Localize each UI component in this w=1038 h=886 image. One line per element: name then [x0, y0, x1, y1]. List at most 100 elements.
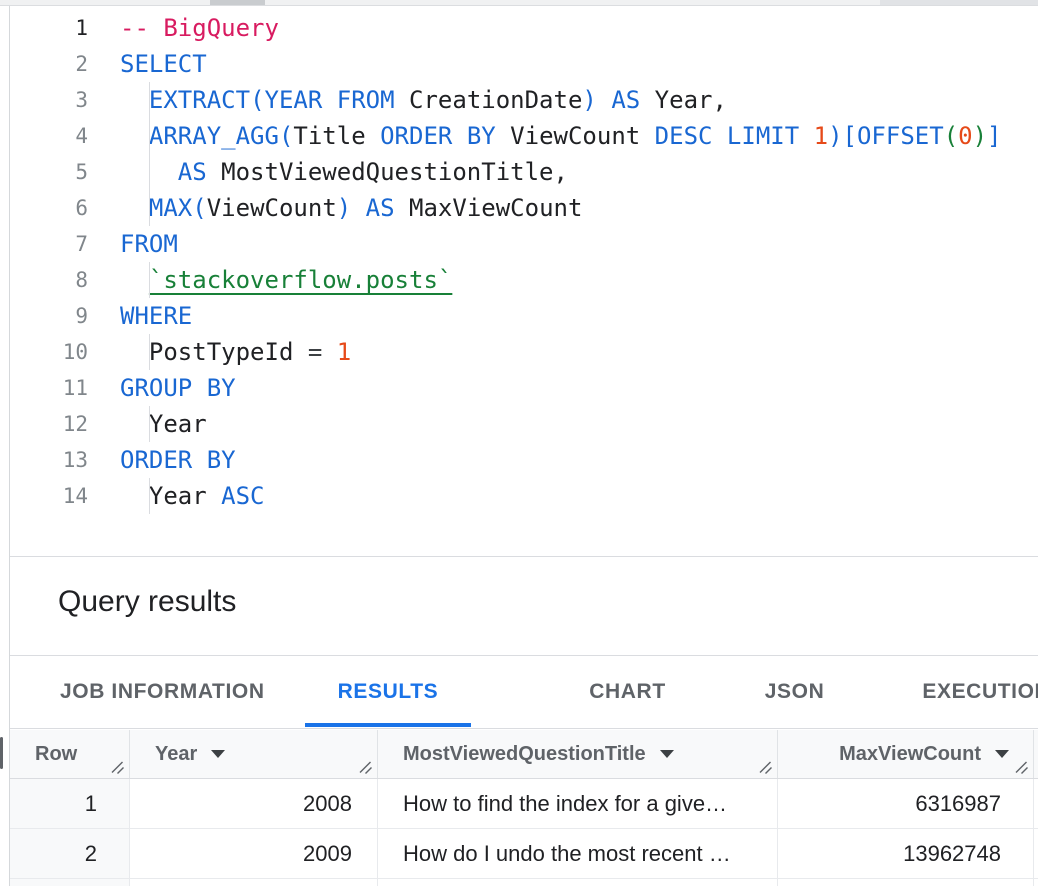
code-line: 5 AS MostViewedQuestionTitle,: [10, 154, 1038, 190]
token: AS: [178, 158, 207, 186]
sql-editor[interactable]: 1-- BigQuery2SELECT3 EXTRACT(YEAR FROM C…: [10, 6, 1038, 556]
code-line: 9 WHERE: [10, 298, 1038, 334]
line-number: 14: [10, 484, 88, 508]
token: [395, 86, 409, 114]
column-header-row[interactable]: Row: [10, 730, 130, 778]
line-number: 9: [10, 304, 88, 328]
table-cell: 2008: [130, 779, 378, 828]
column-header-year[interactable]: Year: [130, 730, 378, 778]
code-text: AS MostViewedQuestionTitle,: [120, 158, 568, 186]
table-row: 22009How do I undo the most recent …1396…: [10, 829, 1038, 879]
indent-guide: [149, 262, 150, 298]
token: ViewCount: [510, 122, 640, 150]
token: [120, 410, 149, 438]
column-header-mostviewedquestiontitle[interactable]: MostViewedQuestionTitle: [378, 730, 778, 778]
token: 0: [958, 122, 972, 150]
code-text: `stackoverflow.posts`: [120, 266, 452, 294]
token: BY: [207, 374, 236, 402]
tab-job-information[interactable]: JOB INFORMATION: [36, 656, 289, 728]
token: FROM: [337, 86, 395, 114]
token: BY: [207, 446, 236, 474]
token: [712, 122, 726, 150]
table-reference-link[interactable]: `stackoverflow.posts`: [149, 266, 452, 294]
line-number: 2: [10, 52, 88, 76]
line-number: 6: [10, 196, 88, 220]
table-cell: 1: [10, 779, 130, 828]
token: [452, 122, 466, 150]
indent-guide: [149, 478, 150, 514]
indent-guide: [149, 190, 150, 226]
table-cell: 13962748: [778, 829, 1034, 878]
code-text: Year ASC: [120, 482, 265, 510]
token: [120, 122, 149, 150]
code-line: 1-- BigQuery: [10, 10, 1038, 46]
line-number: 13: [10, 448, 88, 472]
token: (: [279, 122, 293, 150]
token: [120, 86, 149, 114]
token: [120, 338, 149, 366]
token: ORDER: [120, 446, 192, 474]
token: [192, 374, 206, 402]
table-cell-filler: [1034, 829, 1038, 878]
token: [: [843, 122, 857, 150]
code-line: 10 PostTypeId = 1: [10, 334, 1038, 370]
column-menu-caret-icon[interactable]: [660, 750, 674, 758]
table-body: 12008How to find the index for a give…63…: [10, 779, 1038, 886]
table-cell: [778, 879, 1034, 886]
code-text: -- BigQuery: [120, 14, 279, 42]
token: MaxViewCount: [409, 194, 582, 222]
token: Year,: [655, 86, 727, 114]
token: PostTypeId: [149, 338, 294, 366]
code-text: WHERE: [120, 302, 192, 330]
token: [366, 122, 380, 150]
table-cell-filler: [1034, 779, 1038, 828]
token: [322, 86, 336, 114]
token: BY: [467, 122, 496, 150]
token: ): [582, 86, 596, 114]
token: ORDER: [380, 122, 452, 150]
token: DESC: [655, 122, 713, 150]
token: 1: [337, 338, 351, 366]
token: [395, 194, 409, 222]
token: ): [337, 194, 351, 222]
tab-execution-details[interactable]: EXECUTION DETAILS: [898, 656, 1038, 728]
indent-guide: [149, 154, 150, 190]
token: ): [973, 122, 987, 150]
tab-json[interactable]: JSON: [741, 656, 849, 728]
token: ARRAY_AGG: [149, 122, 279, 150]
column-resize-handle[interactable]: [109, 759, 125, 775]
token: [293, 338, 307, 366]
scrollbar-thumb-horizontal[interactable]: [210, 0, 265, 5]
token: [640, 86, 654, 114]
table-row-partial: [10, 879, 1038, 886]
column-menu-caret-icon[interactable]: [211, 750, 225, 758]
token: AS: [366, 194, 395, 222]
code-text: ARRAY_AGG(Title ORDER BY ViewCount DESC …: [120, 122, 1002, 150]
line-number: 5: [10, 160, 88, 184]
bigquery-console: 1-- BigQuery2SELECT3 EXTRACT(YEAR FROM C…: [0, 0, 1038, 886]
scrollbar-thumb-vertical[interactable]: [0, 737, 3, 769]
token: Year: [149, 482, 207, 510]
code-text: ORDER BY: [120, 446, 236, 474]
token: 1: [814, 122, 828, 150]
token: [207, 482, 221, 510]
column-resize-handle[interactable]: [1013, 759, 1029, 775]
token: WHERE: [120, 302, 192, 330]
column-header-label: MaxViewCount: [839, 743, 981, 766]
tab-results[interactable]: RESULTS: [305, 656, 472, 728]
results-table: Row Year MostViewedQuestionTitle MaxViewCou…: [10, 730, 1038, 886]
indent-guide: [149, 118, 150, 154]
column-menu-caret-icon[interactable]: [995, 750, 1009, 758]
tab-chart[interactable]: CHART: [565, 656, 690, 728]
token: MostViewedQuestionTitle,: [221, 158, 568, 186]
indent-guide: [149, 406, 150, 442]
column-header-maxviewcount[interactable]: MaxViewCount: [778, 730, 1034, 778]
line-number: 8: [10, 268, 88, 292]
table-cell: 2: [10, 829, 130, 878]
token: EXTRACT: [149, 86, 250, 114]
column-resize-handle[interactable]: [757, 759, 773, 775]
token: [322, 338, 336, 366]
column-resize-handle[interactable]: [357, 759, 373, 775]
token: -- BigQuery: [120, 14, 279, 42]
column-header-label: Year: [155, 743, 197, 766]
